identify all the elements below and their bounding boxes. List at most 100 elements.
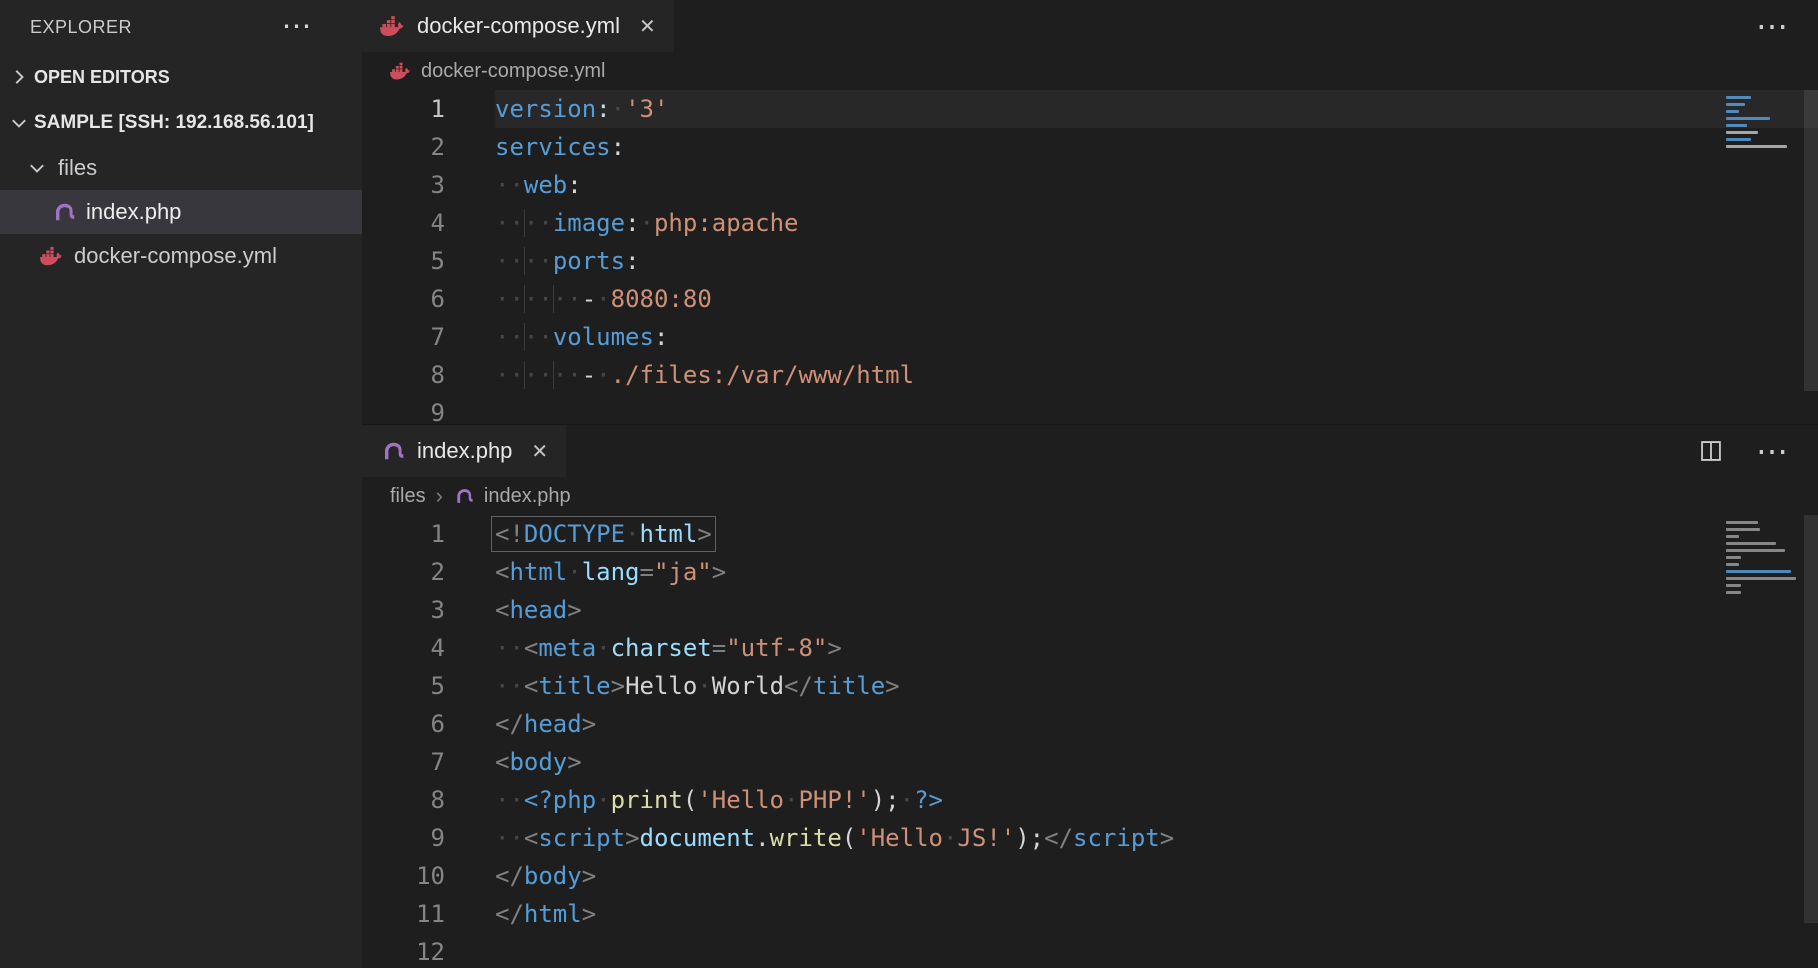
code-line[interactable]: 9 bbox=[362, 394, 1818, 424]
line-number: 8 bbox=[362, 356, 495, 394]
code-line[interactable]: 8······-·./files:/var/www/html bbox=[362, 356, 1818, 394]
code-line[interactable]: 7····volumes: bbox=[362, 318, 1818, 356]
docker-icon bbox=[390, 61, 412, 81]
code-text: ····volumes: bbox=[495, 318, 1818, 356]
line-number: 11 bbox=[362, 895, 495, 933]
code-line[interactable]: 1<!DOCTYPE·html> bbox=[362, 515, 1818, 553]
minimap[interactable] bbox=[1726, 96, 1798, 159]
chevron-down-icon bbox=[8, 112, 30, 134]
tab-label: docker-compose.yml bbox=[417, 13, 620, 39]
line-number: 4 bbox=[362, 629, 495, 667]
scrollbar-thumb[interactable] bbox=[1804, 515, 1818, 923]
code-lines: 1<!DOCTYPE·html>2<html·lang="ja">3<head>… bbox=[362, 515, 1818, 968]
editor-actions: ⋯ bbox=[1698, 425, 1818, 477]
vscode-window: EXPLORER ⋯ OPEN EDITORS SAMPLE [SSH: 192… bbox=[0, 0, 1818, 968]
chevron-down-icon bbox=[26, 157, 48, 179]
tab-label: index.php bbox=[417, 438, 512, 464]
docker-icon bbox=[40, 244, 64, 268]
code-line[interactable]: 10</body> bbox=[362, 857, 1818, 895]
code-line[interactable]: 6</head> bbox=[362, 705, 1818, 743]
tab-docker-compose[interactable]: docker-compose.yml ✕ bbox=[362, 0, 674, 52]
line-number: 3 bbox=[362, 591, 495, 629]
editor-index-php[interactable]: 1<!DOCTYPE·html>2<html·lang="ja">3<head>… bbox=[362, 515, 1818, 968]
tree-item-label: docker-compose.yml bbox=[74, 243, 277, 269]
php-icon bbox=[453, 486, 475, 506]
code-line[interactable]: 4····image:·php:apache bbox=[362, 204, 1818, 242]
line-number: 7 bbox=[362, 318, 495, 356]
code-text bbox=[495, 394, 1818, 424]
code-text: ··web: bbox=[495, 166, 1818, 204]
file-tree: filesindex.php docker-compose.yml bbox=[0, 146, 362, 278]
line-number: 10 bbox=[362, 857, 495, 895]
line-number: 1 bbox=[362, 90, 495, 128]
tree-item-files[interactable]: files bbox=[0, 146, 362, 190]
code-line[interactable]: 9··<script>document.write('Hello·JS!');<… bbox=[362, 819, 1818, 857]
more-actions-icon[interactable]: ⋯ bbox=[1756, 22, 1788, 30]
code-text: <body> bbox=[495, 743, 1818, 781]
code-line[interactable]: 8··<?php·print('Hello·PHP!');·?> bbox=[362, 781, 1818, 819]
section-label: OPEN EDITORS bbox=[34, 67, 170, 88]
code-line[interactable]: 11</html> bbox=[362, 895, 1818, 933]
scrollbar-thumb[interactable] bbox=[1804, 90, 1818, 391]
code-text: ··<?php·print('Hello·PHP!');·?> bbox=[495, 781, 1818, 819]
code-text: <html·lang="ja"> bbox=[495, 553, 1818, 591]
line-number: 3 bbox=[362, 166, 495, 204]
code-text: <head> bbox=[495, 591, 1818, 629]
section-open-editors[interactable]: OPEN EDITORS bbox=[0, 54, 362, 100]
code-text: ····ports: bbox=[495, 242, 1818, 280]
line-number: 1 bbox=[362, 515, 495, 553]
line-number: 6 bbox=[362, 705, 495, 743]
close-icon[interactable]: ✕ bbox=[639, 14, 656, 39]
breadcrumb-item[interactable]: index.php bbox=[453, 485, 571, 508]
code-line[interactable]: 12 bbox=[362, 933, 1818, 968]
code-line[interactable]: 4··<meta·charset="utf-8"> bbox=[362, 629, 1818, 667]
line-number: 9 bbox=[362, 819, 495, 857]
code-text: ··<script>document.write('Hello·JS!');</… bbox=[495, 819, 1818, 857]
close-icon[interactable]: ✕ bbox=[531, 439, 548, 464]
code-line[interactable]: 1version:·'3' bbox=[362, 90, 1818, 128]
split-editor-icon[interactable] bbox=[1698, 438, 1724, 464]
breadcrumb-item[interactable]: docker-compose.yml bbox=[390, 60, 606, 83]
code-line[interactable]: 2services: bbox=[362, 128, 1818, 166]
code-line[interactable]: 5··<title>Hello·World</title> bbox=[362, 667, 1818, 705]
tab-bar: docker-compose.yml ✕ ⋯ bbox=[362, 0, 1818, 52]
breadcrumb-label: index.php bbox=[484, 485, 571, 508]
scrollbar[interactable] bbox=[1804, 515, 1818, 968]
section-workspace-root[interactable]: SAMPLE [SSH: 192.168.56.101] bbox=[0, 100, 362, 146]
code-text: services: bbox=[495, 128, 1818, 166]
breadcrumb-item[interactable]: files bbox=[390, 485, 426, 508]
code-line[interactable]: 7<body> bbox=[362, 743, 1818, 781]
code-lines: 1version:·'3'2services:3··web:4····image… bbox=[362, 90, 1818, 424]
docker-icon bbox=[380, 14, 406, 38]
line-number: 9 bbox=[362, 394, 495, 424]
code-line[interactable]: 2<html·lang="ja"> bbox=[362, 553, 1818, 591]
editor-group-bottom: index.php ✕ ⋯ files › index.php 1<!DOCTYPE… bbox=[362, 424, 1818, 968]
explorer-sidebar: EXPLORER ⋯ OPEN EDITORS SAMPLE [SSH: 192… bbox=[0, 0, 362, 968]
minimap[interactable] bbox=[1726, 521, 1798, 605]
code-line[interactable]: 6······-·8080:80 bbox=[362, 280, 1818, 318]
code-text: ··<title>Hello·World</title> bbox=[495, 667, 1818, 705]
more-actions-icon[interactable]: ⋯ bbox=[1756, 447, 1788, 455]
code-line[interactable]: 3··web: bbox=[362, 166, 1818, 204]
editor-actions: ⋯ bbox=[1756, 0, 1818, 52]
breadcrumb-separator: › bbox=[436, 483, 443, 509]
tree-item-index.php[interactable]: index.php bbox=[0, 190, 362, 234]
code-line[interactable]: 3<head> bbox=[362, 591, 1818, 629]
editor-area: docker-compose.yml ✕ ⋯ docker-compose.ym… bbox=[362, 0, 1818, 968]
section-label: SAMPLE [SSH: 192.168.56.101] bbox=[34, 112, 314, 134]
editor-docker-compose[interactable]: 1version:·'3'2services:3··web:4····image… bbox=[362, 90, 1818, 424]
tab-index-php[interactable]: index.php ✕ bbox=[362, 425, 566, 477]
code-text: ······-·./files:/var/www/html bbox=[495, 356, 1818, 394]
line-number: 8 bbox=[362, 781, 495, 819]
breadcrumb: files › index.php bbox=[362, 477, 1818, 515]
code-line[interactable]: 5····ports: bbox=[362, 242, 1818, 280]
line-number: 5 bbox=[362, 667, 495, 705]
editor-group-top: docker-compose.yml ✕ ⋯ docker-compose.ym… bbox=[362, 0, 1818, 424]
sidebar-title: EXPLORER bbox=[30, 17, 132, 38]
tab-bar: index.php ✕ ⋯ bbox=[362, 425, 1818, 477]
code-text: ······-·8080:80 bbox=[495, 280, 1818, 318]
scrollbar[interactable] bbox=[1804, 90, 1818, 424]
tree-item-docker-compose.yml[interactable]: docker-compose.yml bbox=[0, 234, 362, 278]
more-actions-icon[interactable]: ⋯ bbox=[282, 22, 313, 32]
code-text: </head> bbox=[495, 705, 1818, 743]
